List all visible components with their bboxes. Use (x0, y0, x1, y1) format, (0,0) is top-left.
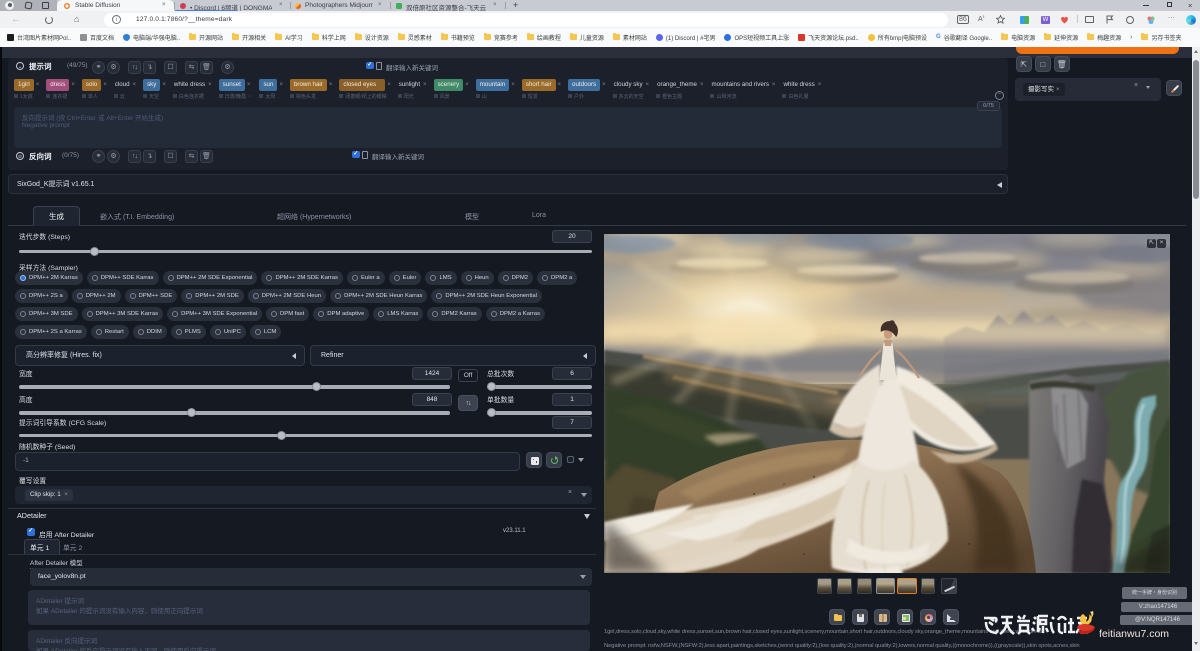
svg-text:feitianwu7.com: feitianwu7.com (1099, 628, 1169, 640)
